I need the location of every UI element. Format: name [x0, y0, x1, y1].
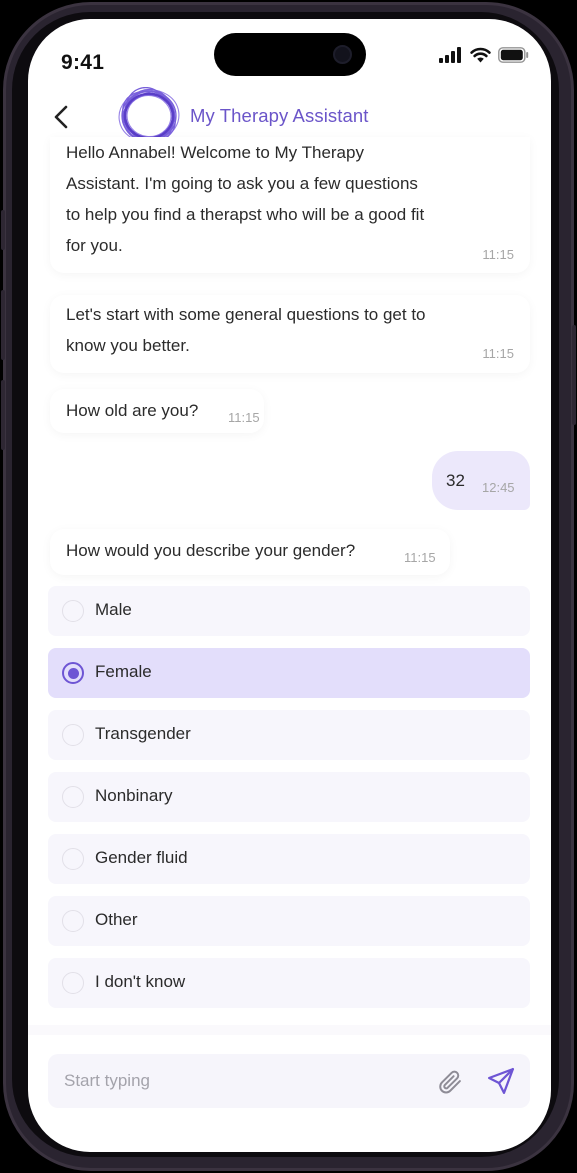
app-screen: 9:41 My Therapy Assistant Hello Annabel!… — [28, 19, 551, 1152]
side-button-right — [572, 325, 576, 425]
chat-title: My Therapy Assistant — [190, 105, 369, 126]
side-button-left-3 — [1, 380, 5, 450]
chevron-left-icon — [54, 105, 68, 129]
radio-button[interactable] — [62, 910, 84, 932]
option-label: Other — [95, 910, 138, 929]
message-time: 11:15 — [404, 550, 436, 565]
composer-divider — [28, 1025, 551, 1035]
gender-option-transgender[interactable]: Transgender — [48, 710, 530, 760]
bot-message: How would you describe your gender? 11:1… — [50, 529, 450, 575]
message-text: Hello Annabel! Welcome to My Therapy Ass… — [66, 137, 424, 261]
message-time: 11:15 — [228, 410, 260, 425]
wifi-icon — [470, 47, 491, 63]
message-line: know you better. — [66, 336, 190, 355]
dynamic-island — [214, 33, 366, 76]
message-line: to help you find a therapst who will be … — [66, 205, 425, 224]
option-label: Transgender — [95, 724, 191, 743]
gender-option-dont-know[interactable]: I don't know — [48, 958, 530, 1008]
cellular-signal-icon — [439, 47, 461, 63]
attach-button[interactable] — [436, 1068, 464, 1096]
radio-button[interactable] — [62, 600, 84, 622]
gender-option-gender-fluid[interactable]: Gender fluid — [48, 834, 530, 884]
message-line: Let's start with some general questions … — [66, 305, 426, 324]
bot-message: Hello Annabel! Welcome to My Therapy Ass… — [50, 137, 530, 273]
gender-option-male[interactable]: Male — [48, 586, 530, 636]
send-plane-icon — [488, 1068, 514, 1094]
option-label: Nonbinary — [95, 786, 173, 805]
message-input[interactable] — [64, 1054, 414, 1108]
message-time: 11:15 — [482, 247, 514, 262]
back-button[interactable] — [48, 103, 76, 131]
camera-icon — [333, 45, 352, 64]
user-message: 32 12:45 — [432, 451, 530, 510]
option-label: I don't know — [95, 972, 186, 991]
status-icons — [439, 46, 529, 64]
radio-button[interactable] — [62, 848, 84, 870]
option-label: Gender fluid — [95, 848, 188, 867]
message-text: How would you describe your gender? — [66, 541, 356, 560]
radio-button[interactable] — [62, 724, 84, 746]
gender-option-female[interactable]: Female — [48, 648, 530, 698]
message-time: 11:15 — [482, 346, 514, 361]
radio-button[interactable] — [62, 972, 84, 994]
message-time: 12:45 — [482, 480, 515, 495]
message-text: How old are you? — [66, 401, 199, 420]
send-button[interactable] — [486, 1066, 516, 1096]
side-button-left-1 — [1, 210, 5, 250]
message-line: Hello Annabel! Welcome to My Therapy — [66, 143, 364, 162]
status-time: 9:41 — [61, 51, 105, 74]
gender-option-other[interactable]: Other — [48, 896, 530, 946]
option-label: Female — [95, 662, 152, 681]
message-composer — [48, 1054, 530, 1108]
option-label: Male — [95, 600, 132, 619]
message-line: Assistant. I'm going to ask you a few qu… — [66, 174, 418, 193]
gender-option-nonbinary[interactable]: Nonbinary — [48, 772, 530, 822]
battery-icon — [498, 47, 529, 63]
message-text: 32 — [446, 471, 465, 490]
bot-message: How old are you? 11:15 — [50, 389, 264, 433]
side-button-left-2 — [1, 290, 5, 360]
radio-button-selected[interactable] — [62, 662, 84, 684]
radio-button[interactable] — [62, 786, 84, 808]
bot-message: Let's start with some general questions … — [50, 295, 530, 373]
message-line: for you. — [66, 236, 123, 255]
message-text: Let's start with some general questions … — [66, 299, 426, 361]
paperclip-icon — [439, 1070, 461, 1094]
